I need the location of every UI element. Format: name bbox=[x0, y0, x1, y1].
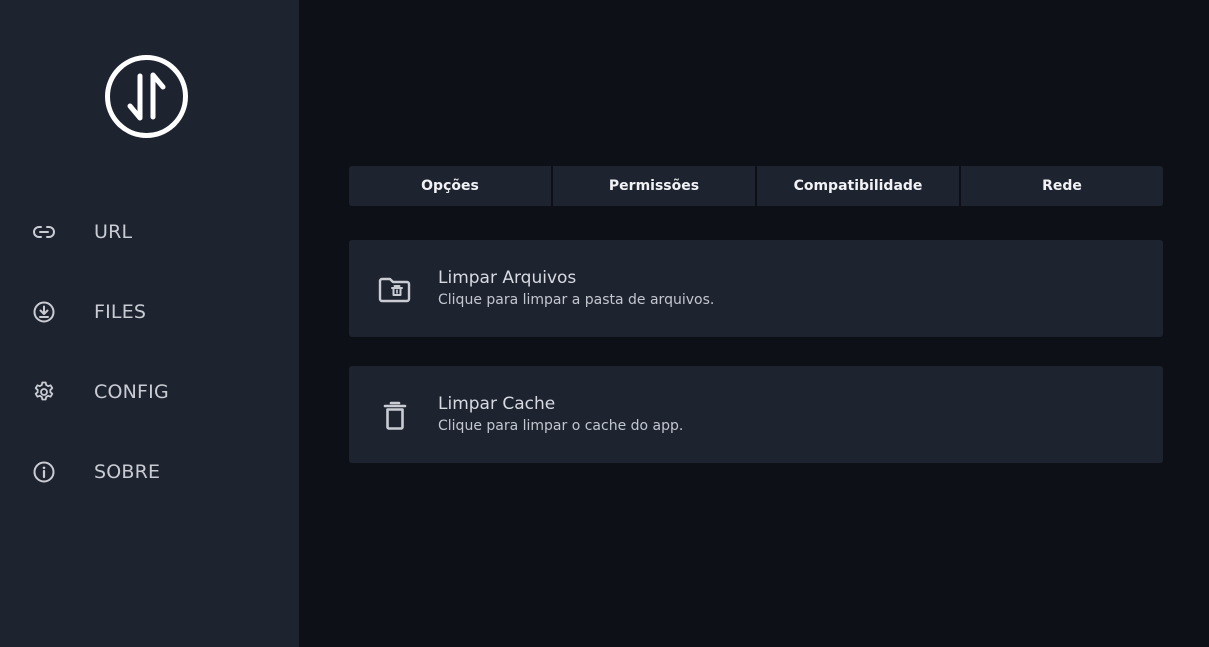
tab-opcoes[interactable]: Opções bbox=[349, 166, 551, 206]
sidebar-item-label: URL bbox=[94, 221, 133, 243]
tab-rede[interactable]: Rede bbox=[961, 166, 1163, 206]
trash-icon bbox=[377, 398, 413, 434]
sidebar-item-url[interactable]: URL bbox=[0, 208, 299, 256]
settings-tabs: Opções Permissões Compatibilidade Rede bbox=[349, 166, 1163, 206]
info-icon bbox=[32, 460, 56, 484]
sidebar-item-label: SOBRE bbox=[94, 461, 161, 483]
download-circle-icon bbox=[32, 300, 56, 324]
card-subtitle: Clique para limpar a pasta de arquivos. bbox=[438, 292, 715, 308]
clear-files-card[interactable]: Limpar Arquivos Clique para limpar a pas… bbox=[349, 240, 1163, 337]
folder-trash-icon bbox=[377, 272, 413, 308]
sidebar-item-sobre[interactable]: SOBRE bbox=[0, 448, 299, 496]
link-icon bbox=[32, 220, 56, 244]
sidebar-item-config[interactable]: CONFIG bbox=[0, 368, 299, 416]
tab-permissoes[interactable]: Permissões bbox=[553, 166, 755, 206]
sidebar-item-files[interactable]: FILES bbox=[0, 288, 299, 336]
up-down-arrows-circle-icon bbox=[104, 54, 189, 139]
gear-icon bbox=[32, 380, 56, 404]
app-window: URL FILES CONFIG SOBRE Opções Permissões… bbox=[0, 0, 1209, 647]
card-title: Limpar Cache bbox=[438, 394, 556, 414]
card-title: Limpar Arquivos bbox=[438, 268, 577, 288]
sidebar-item-label: FILES bbox=[94, 301, 147, 323]
sidebar-item-label: CONFIG bbox=[94, 381, 169, 403]
card-subtitle: Clique para limpar o cache do app. bbox=[438, 418, 684, 434]
tab-compatibilidade[interactable]: Compatibilidade bbox=[757, 166, 959, 206]
clear-cache-card[interactable]: Limpar Cache Clique para limpar o cache … bbox=[349, 366, 1163, 463]
sidebar: URL FILES CONFIG SOBRE bbox=[0, 0, 299, 647]
